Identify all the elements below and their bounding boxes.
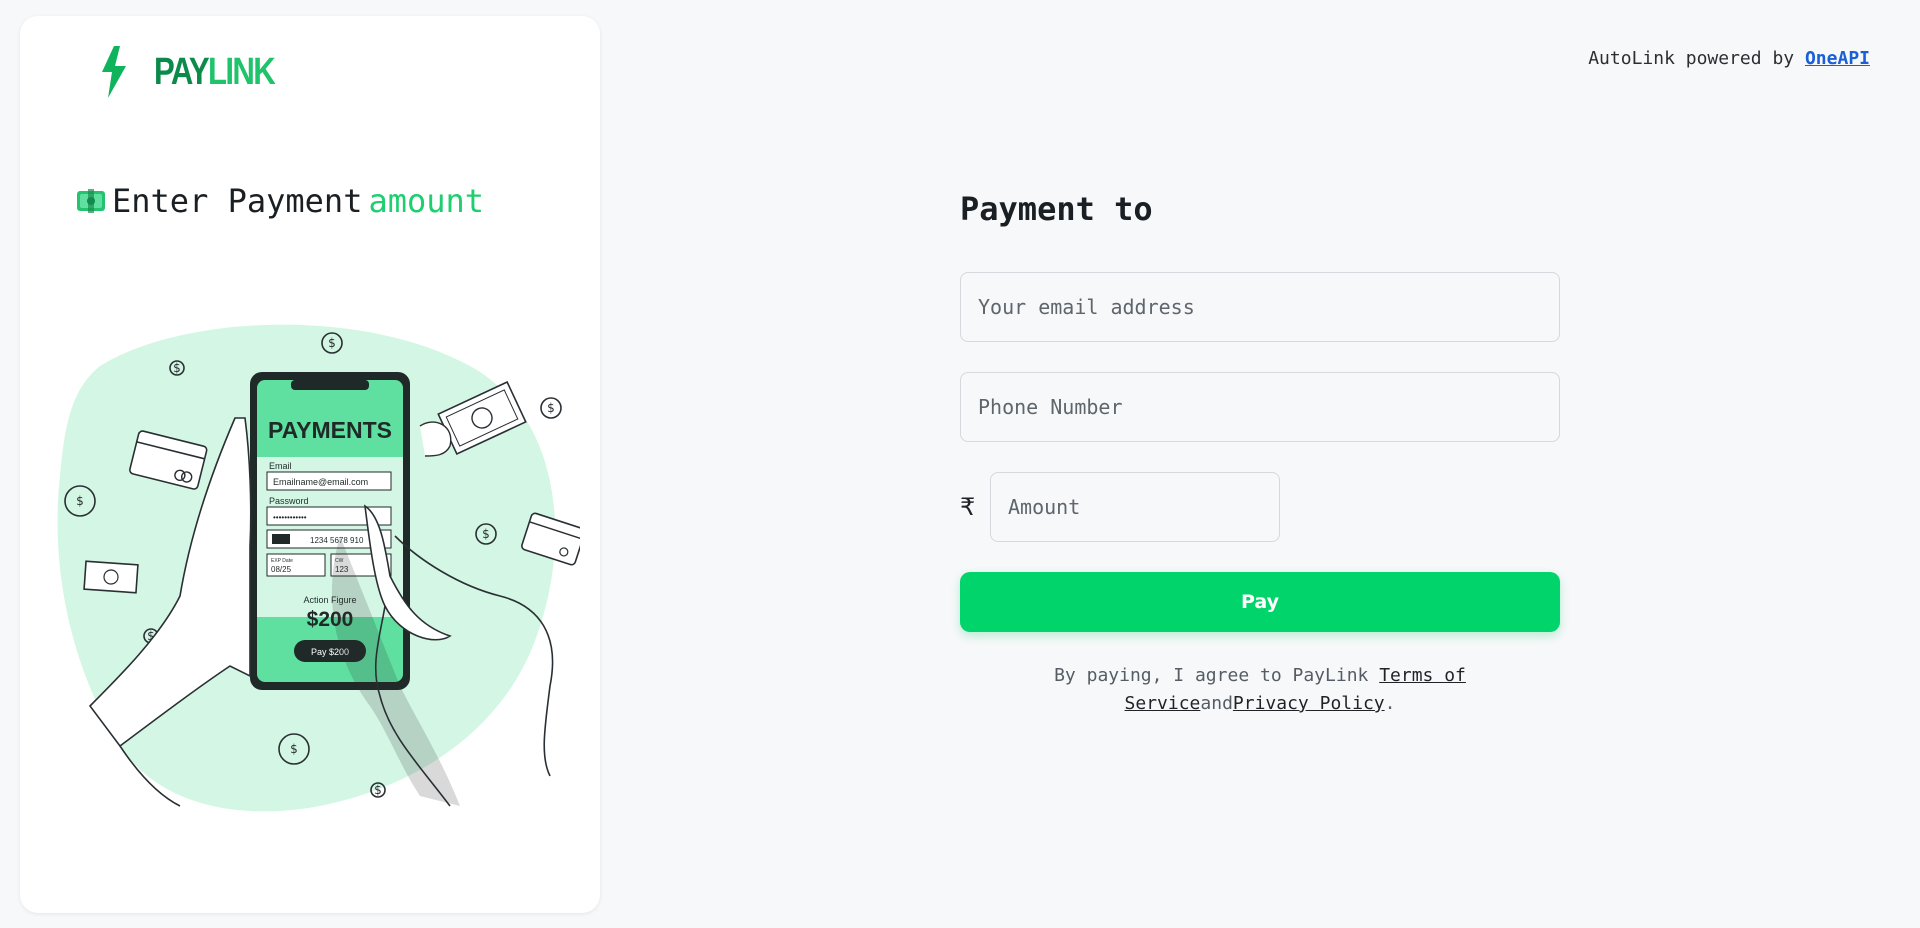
logo-link-text: LINK bbox=[207, 50, 276, 93]
svg-text:$: $ bbox=[76, 494, 84, 508]
terms-suffix: . bbox=[1384, 693, 1396, 714]
phone-card-number: 1234 5678 910 bbox=[310, 536, 364, 545]
phone-password-value: •••••••••••• bbox=[273, 513, 307, 522]
lightning-icon bbox=[102, 46, 126, 98]
terms-prefix: By paying, I agree to PayLink bbox=[1054, 665, 1380, 686]
email-input[interactable] bbox=[960, 272, 1560, 342]
logo-wordmark: PAYLINK bbox=[154, 50, 276, 94]
page-headline: Enter Payment amount bbox=[76, 182, 484, 220]
logo-pay-text: PAY bbox=[154, 50, 210, 93]
left-panel: PAYLINK Enter Payment amount $ $ $ $ $ $ $ $ bbox=[20, 16, 600, 913]
phone-input[interactable] bbox=[960, 372, 1560, 442]
oneapi-link[interactable]: OneAPI bbox=[1805, 48, 1870, 69]
payment-illustration: $$$ $$$ $$ PAYMENTS Email Emailname@emai… bbox=[57, 324, 580, 812]
paylink-logo[interactable]: PAYLINK bbox=[96, 46, 300, 98]
svg-text:$: $ bbox=[374, 783, 382, 797]
powered-by: AutoLink powered by OneAPI bbox=[1588, 48, 1870, 69]
pay-button[interactable]: Pay bbox=[960, 572, 1560, 632]
phone-email-label: Email bbox=[269, 461, 292, 471]
amount-row: ₹ bbox=[960, 472, 1560, 542]
headline-accent: amount bbox=[368, 182, 485, 220]
svg-text:$: $ bbox=[328, 336, 336, 350]
powered-by-text: AutoLink powered by bbox=[1588, 48, 1795, 69]
form-title: Payment to bbox=[960, 190, 1153, 228]
svg-text:$: $ bbox=[173, 361, 181, 375]
payment-form: Payment to ₹ Pay By paying, I agree to P… bbox=[960, 190, 1560, 718]
rupee-icon: ₹ bbox=[960, 493, 976, 521]
money-icon bbox=[77, 189, 105, 213]
svg-text:$: $ bbox=[547, 401, 555, 415]
phone-exp-label: EXP Date bbox=[271, 558, 293, 564]
phone-exp-value: 08/25 bbox=[271, 565, 292, 574]
phone-email-value: Emailname@email.com bbox=[273, 477, 368, 487]
amount-input[interactable] bbox=[990, 472, 1280, 542]
svg-text:$: $ bbox=[482, 527, 490, 541]
terms-and: and bbox=[1200, 693, 1233, 714]
phone-password-label: Password bbox=[269, 496, 309, 506]
phone-title: PAYMENTS bbox=[268, 417, 392, 443]
privacy-policy-link[interactable]: Privacy Policy bbox=[1233, 693, 1385, 714]
svg-text:$: $ bbox=[290, 742, 298, 756]
headline-text: Enter Payment bbox=[112, 182, 363, 220]
terms-text: By paying, I agree to PayLink Terms of S… bbox=[960, 662, 1560, 718]
